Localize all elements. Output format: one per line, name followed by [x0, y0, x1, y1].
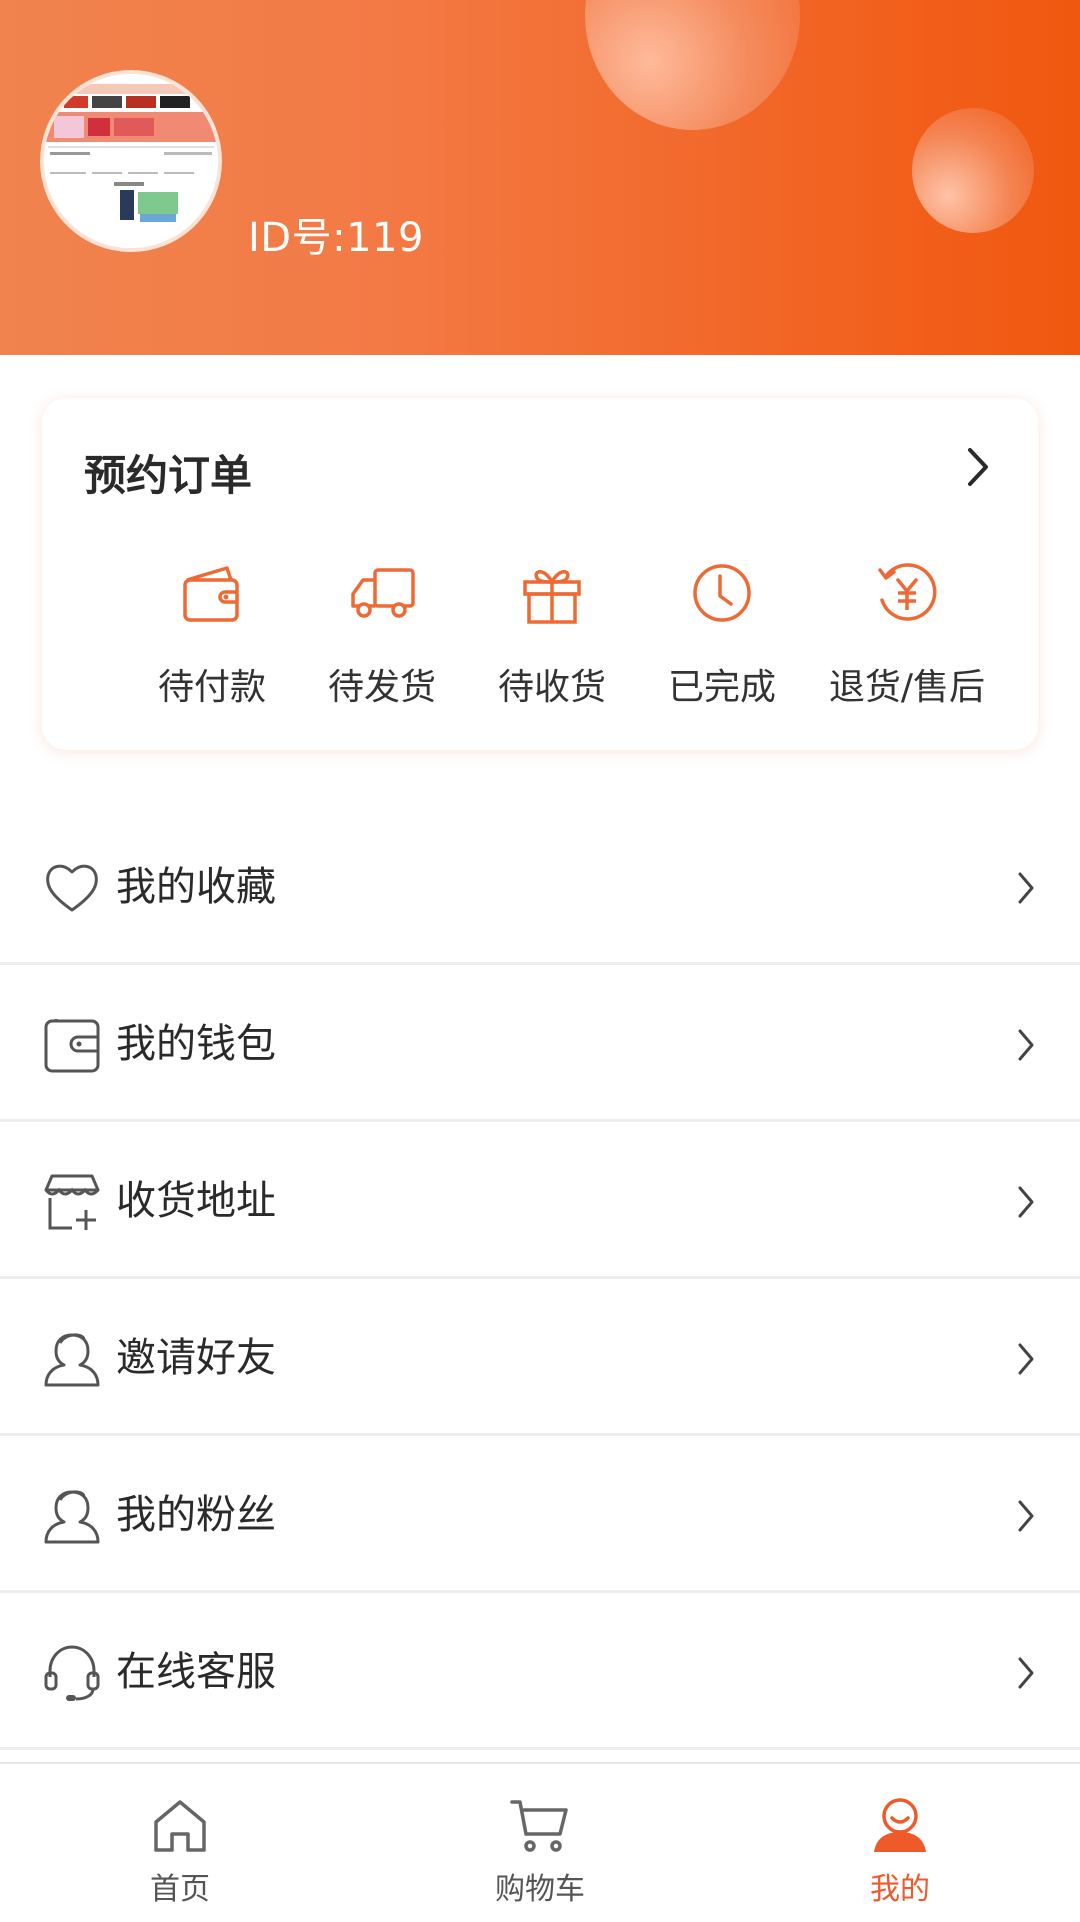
user-id: ID号:119 — [248, 215, 424, 261]
menu-item-wallet[interactable]: 我的钱包 — [0, 965, 1080, 1122]
settings-menu: 我的收藏 我的钱包 收货地址 邀请好友 我的粉丝 在线客服 — [0, 808, 1080, 1750]
menu-item-label: 我的钱包 — [116, 1021, 276, 1067]
menu-item-favorites[interactable]: 我的收藏 — [0, 808, 1080, 965]
chevron-right-icon — [1018, 1343, 1034, 1375]
decorative-bubble — [912, 108, 1034, 233]
chevron-right-icon — [968, 448, 988, 486]
order-status-pending-shipment[interactable]: 待发货 — [297, 558, 467, 728]
order-status-pending-receipt[interactable]: 待收货 — [467, 558, 637, 728]
tab-label: 购物车 — [495, 1872, 585, 1907]
menu-item-invite-friends[interactable]: 邀请好友 — [0, 1279, 1080, 1436]
avatar[interactable] — [40, 70, 222, 252]
chevron-right-icon — [1018, 1186, 1034, 1218]
order-status-completed[interactable]: 已完成 — [637, 558, 807, 728]
order-status-after-sales[interactable]: 退货/售后 — [822, 558, 992, 728]
order-status-pending-payment[interactable]: 待付款 — [127, 558, 297, 728]
menu-item-customer-service[interactable]: 在线客服 — [0, 1593, 1080, 1750]
avatar-image — [44, 74, 218, 248]
tab-home[interactable]: 首页 — [80, 1764, 280, 1922]
gift-icon — [523, 570, 581, 624]
bottom-tab-bar: 首页 购物车 我的 — [0, 1762, 1080, 1922]
order-more-button[interactable] — [958, 442, 998, 492]
tab-profile[interactable]: 我的 — [800, 1764, 1000, 1922]
order-status-label: 退货/售后 — [828, 667, 986, 708]
menu-item-label: 我的粉丝 — [116, 1492, 276, 1538]
profile-header: ID号:119 — [0, 0, 1080, 355]
tab-label: 我的 — [870, 1872, 930, 1907]
order-status-list: 待付款 待发货 待收货 已完成 退货/售后 — [42, 558, 1038, 738]
menu-item-label: 收货地址 — [116, 1178, 276, 1224]
wallet-icon — [183, 566, 239, 622]
heart-icon — [46, 864, 98, 912]
decorative-bubble — [585, 0, 800, 130]
chevron-right-icon — [1018, 1657, 1034, 1689]
order-card: 预约订单 待付款 待发货 待收货 已完成 退货/售后 — [42, 398, 1038, 750]
menu-item-address[interactable]: 收货地址 — [0, 1122, 1080, 1279]
store-add-icon — [44, 1174, 100, 1230]
menu-item-label: 邀请好友 — [116, 1335, 276, 1381]
menu-item-label: 我的收藏 — [116, 864, 276, 910]
headset-icon — [44, 1645, 100, 1701]
tab-label: 首页 — [150, 1872, 210, 1907]
home-icon — [154, 1800, 206, 1852]
chevron-right-icon — [1018, 1500, 1034, 1532]
cart-icon — [510, 1800, 568, 1852]
menu-item-label: 在线客服 — [116, 1649, 276, 1695]
order-status-label: 已完成 — [667, 667, 776, 708]
order-section-title: 预约订单 — [84, 451, 253, 500]
wallet-icon — [44, 1019, 100, 1073]
user-icon — [44, 1333, 100, 1387]
chevron-right-icon — [1018, 1029, 1034, 1061]
menu-item-fans[interactable]: 我的粉丝 — [0, 1436, 1080, 1593]
truck-icon — [351, 568, 415, 618]
tab-cart[interactable]: 购物车 — [440, 1764, 640, 1922]
clock-icon — [693, 564, 751, 622]
profile-icon — [874, 1798, 926, 1852]
user-icon — [44, 1490, 100, 1544]
chevron-right-icon — [1018, 872, 1034, 904]
refund-yen-icon — [878, 563, 937, 621]
